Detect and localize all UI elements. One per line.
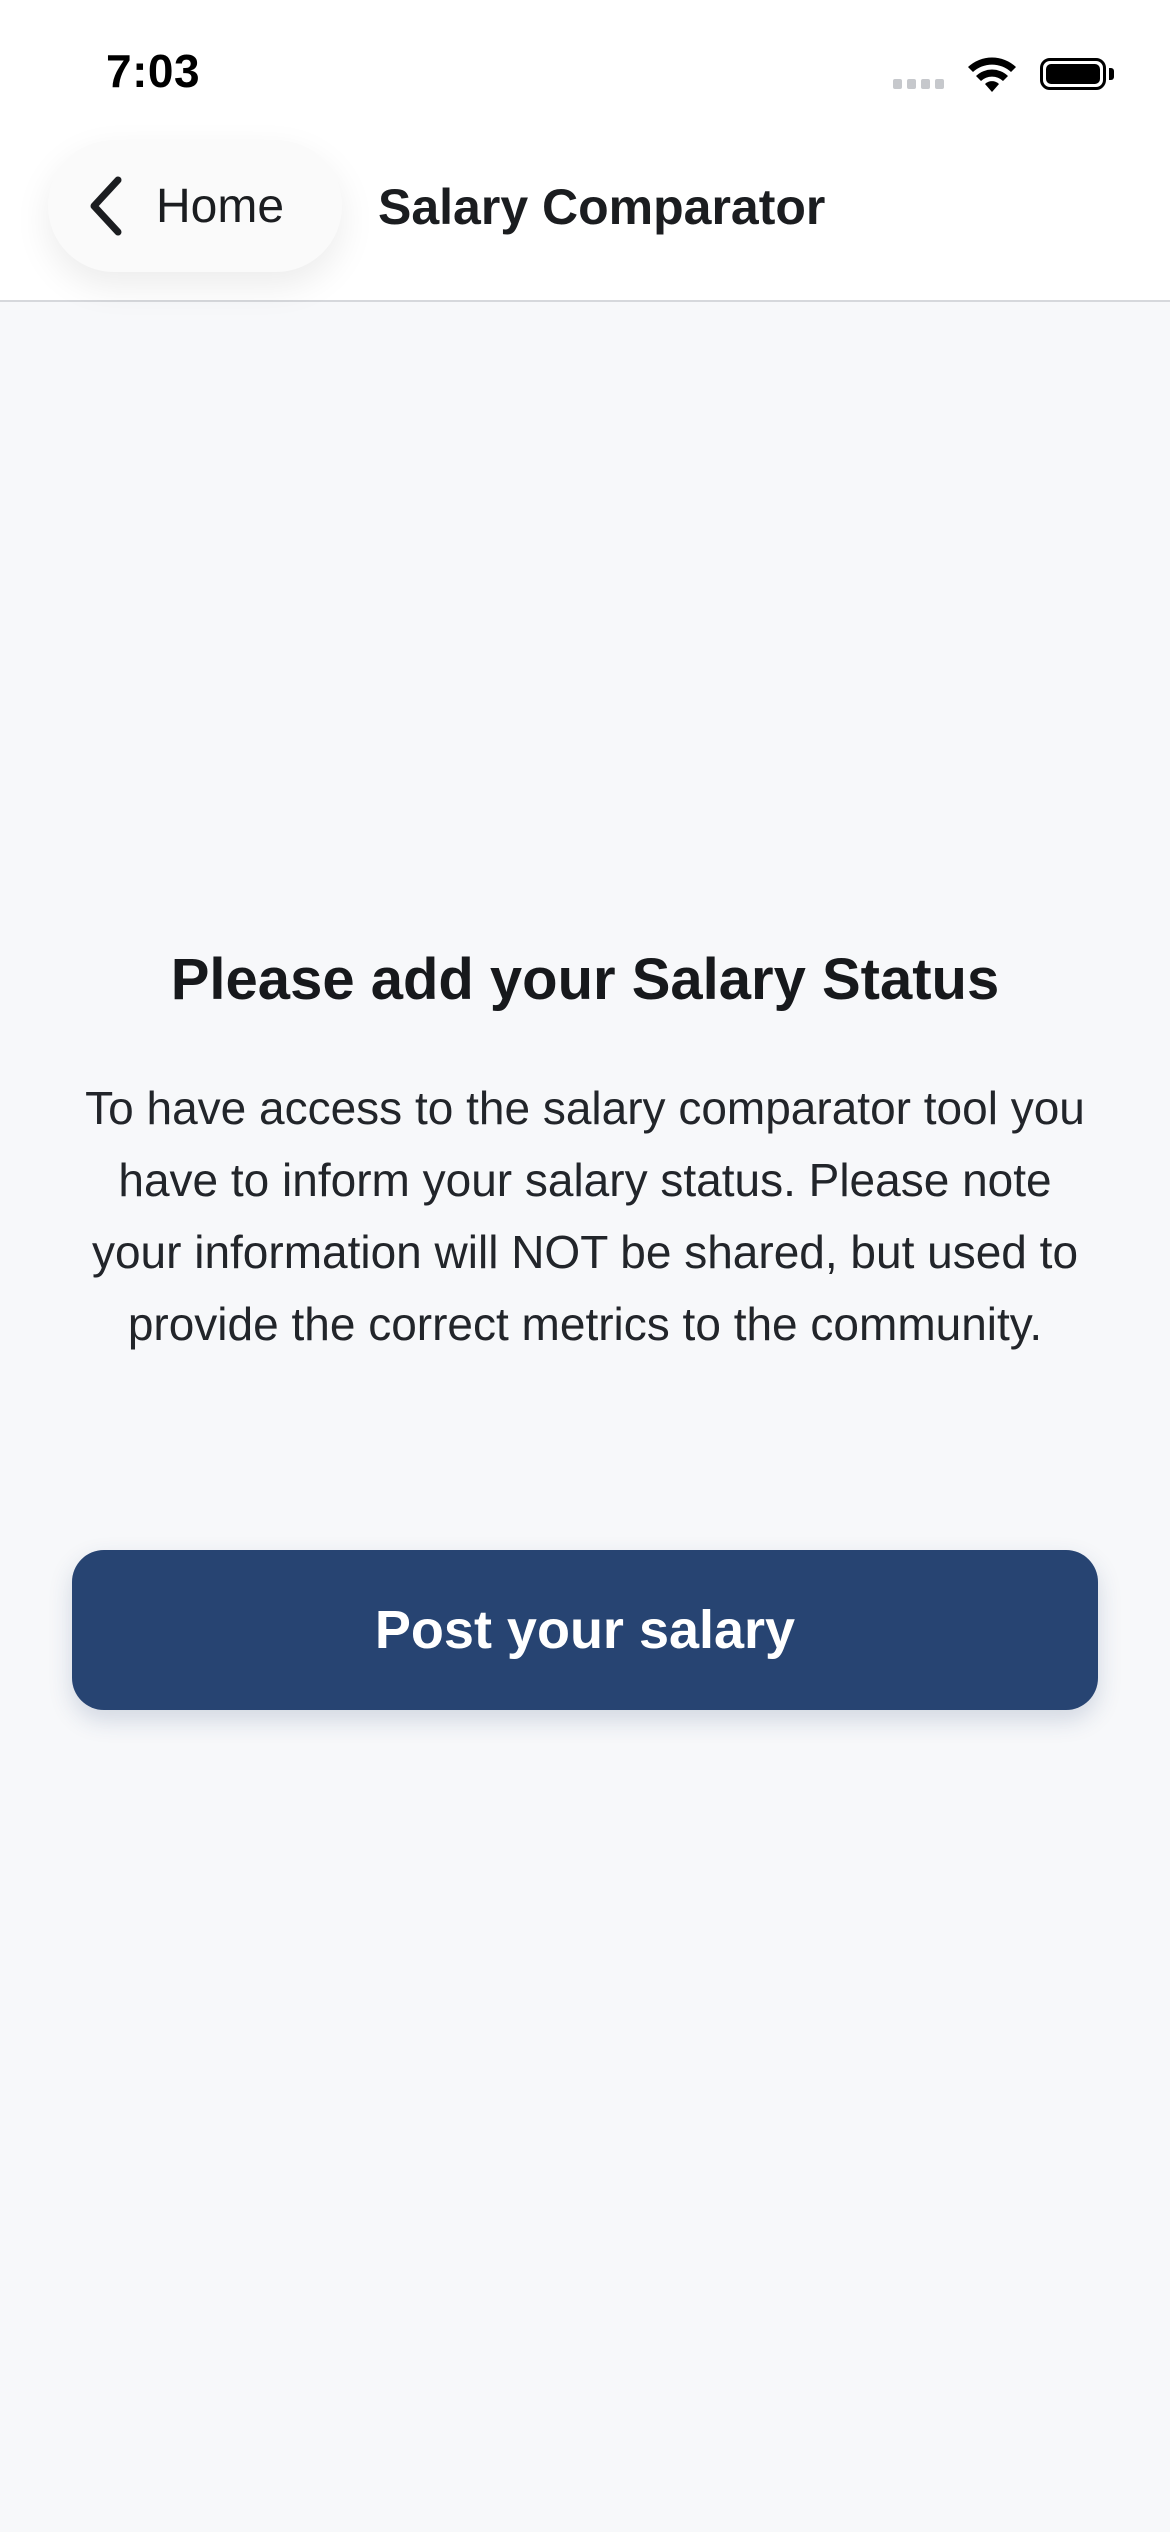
status-time: 7:03 — [106, 45, 201, 97]
post-salary-button[interactable]: Post your salary — [72, 1550, 1098, 1710]
chevron-left-icon — [90, 176, 122, 236]
section-heading: Please add your Salary Status — [170, 947, 1000, 1012]
status-icons — [893, 52, 1114, 96]
wifi-icon — [968, 57, 1016, 92]
page-title: Salary Comparator — [378, 179, 826, 235]
back-button-label: Home — [156, 179, 285, 233]
back-button[interactable]: Home — [48, 140, 342, 272]
battery-cap — [1109, 68, 1114, 80]
post-salary-button-label: Post your salary — [374, 1600, 796, 1660]
cellular-signal-icon — [893, 59, 944, 89]
battery-icon — [1040, 58, 1106, 90]
info-text: To have access to the salary comparator … — [85, 1082, 1085, 1350]
top-bar: 7:03 Home Salary Comparator — [0, 0, 1170, 302]
